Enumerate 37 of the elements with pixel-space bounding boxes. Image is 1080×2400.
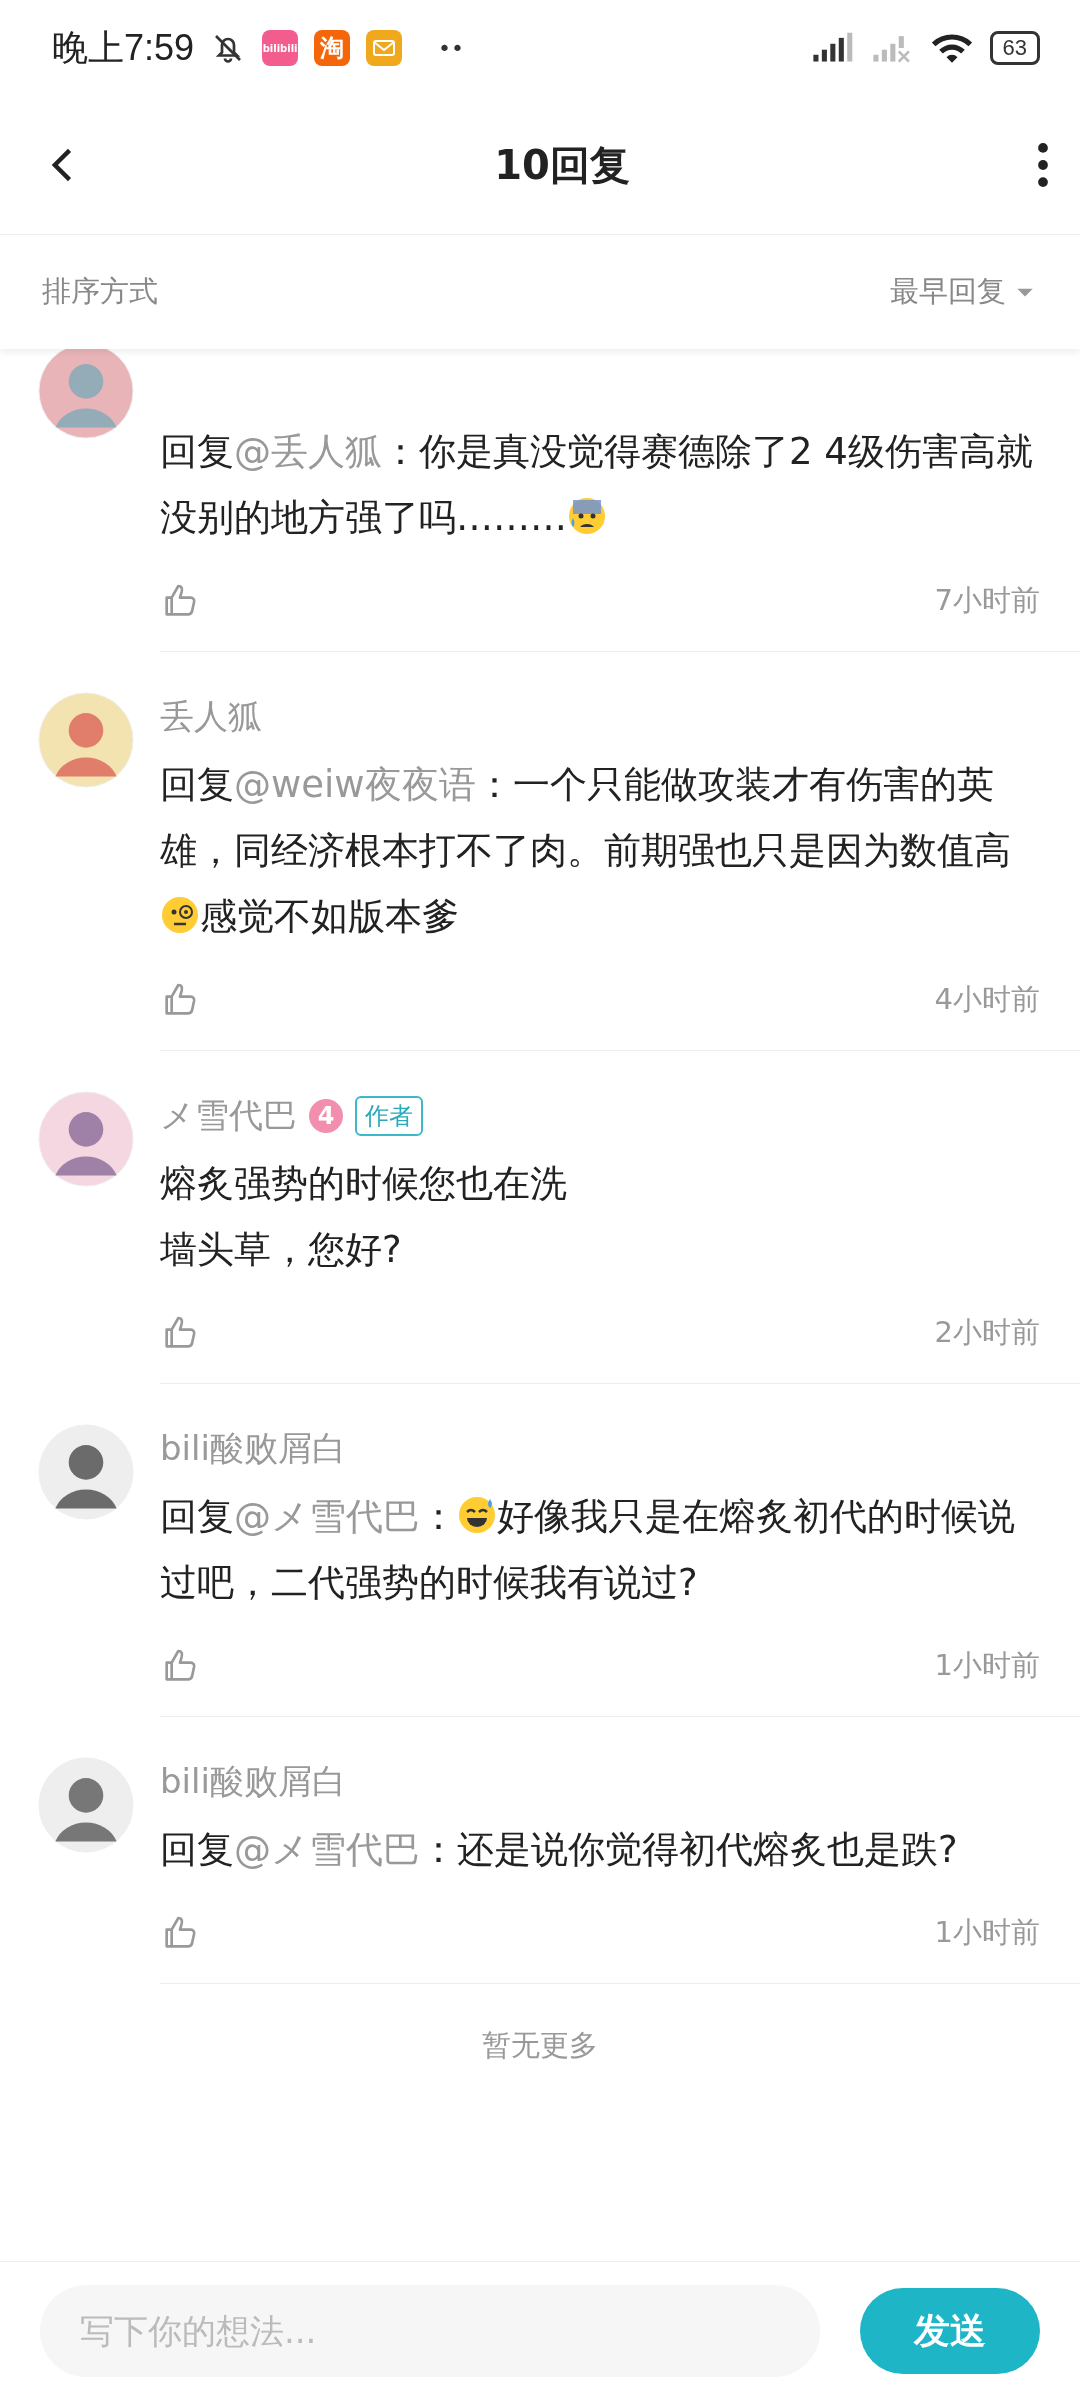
avatar[interactable] (38, 1757, 134, 1853)
avatar[interactable] (38, 1424, 134, 1520)
username[interactable]: bili酸败屑白 (160, 1759, 346, 1805)
comment-text: 熔炙强势的时候您也在洗 墙头草，您好? (160, 1161, 568, 1273)
sort-dropdown[interactable]: 最早回复 (890, 272, 1036, 312)
username[interactable]: メ雪代巴 (160, 1093, 297, 1139)
more-notifications: •• (438, 35, 465, 61)
emoji-icon (160, 895, 200, 935)
comment-text: 回复@丢人狐：你是真没觉得赛德除了2 4级伤害高就没别的地方强了吗……… (160, 429, 1034, 541)
comment-time: 7小时前 (934, 582, 1040, 619)
wifi-icon (929, 31, 974, 65)
username[interactable]: 丢人狐 (160, 694, 262, 740)
comment-text: 回复@weiw夜夜语：一个只能做攻装才有伤害的英雄，同经济根本打不了肉。前期强也只是因为数值高 感觉不如版本爹 (160, 762, 1012, 940)
more-icon (1038, 143, 1048, 187)
sort-label: 排序方式 (42, 273, 158, 310)
username[interactable]: bili酸败屑白 (160, 1426, 346, 1472)
avatar[interactable] (38, 1091, 134, 1187)
avatar[interactable] (38, 349, 134, 439)
author-tag: 作者 (355, 1096, 423, 1136)
comment-text: 回复@メ雪代巴： 好像我只是在熔炙初代的时候说过吧，二代强势的时候我有说过? (160, 1494, 1016, 1606)
battery-indicator: 63 (989, 31, 1040, 65)
comment-time: 1小时前 (934, 1647, 1040, 1684)
emoji-icon (457, 1495, 497, 1535)
status-time: 晚上7:59 (52, 25, 195, 70)
send-button[interactable]: 发送 (860, 2288, 1040, 2374)
end-of-list-note: 暂无更多 (481, 2027, 599, 2064)
page-title: 10回复 (494, 140, 630, 190)
app-notification-icon: bilibili (262, 30, 299, 66)
level-badge: 4 (309, 1099, 343, 1133)
comment-time: 2小时前 (934, 1314, 1040, 1351)
emoji-icon (567, 496, 607, 536)
comment-time: 1小时前 (934, 1914, 1040, 1951)
avatar[interactable] (38, 692, 134, 788)
app-notification-icon: 淘 (314, 30, 351, 66)
comment-text: 回复@メ雪代巴：还是说你觉得初代熔炙也是跌? (160, 1827, 959, 1873)
comment-time: 4小时前 (934, 981, 1040, 1018)
comment-input[interactable]: 写下你的想法... (40, 2285, 820, 2377)
